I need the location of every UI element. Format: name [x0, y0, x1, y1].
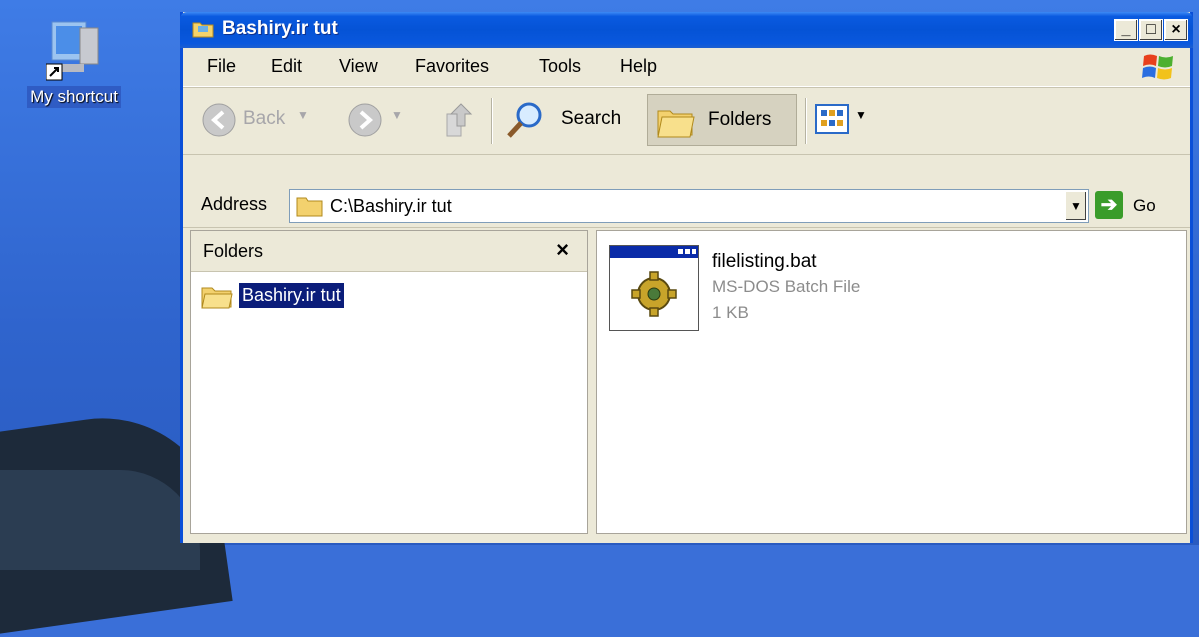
file-list-pane: filelisting.bat MS-DOS Batch File 1 KB — [596, 230, 1187, 534]
folder-icon — [296, 197, 323, 217]
back-arrow-icon — [202, 103, 236, 137]
window-title: Bashiry.ir tut — [222, 18, 338, 39]
file-size: 1 KB — [712, 303, 749, 322]
menu-favorites[interactable]: Favorites — [415, 56, 489, 77]
minimize-button[interactable]: _ — [1114, 19, 1138, 41]
folders-toggle-button[interactable]: Folders — [647, 94, 797, 146]
explorer-window: Bashiry.ir tut _ □ × File Edit View Favo… — [180, 12, 1193, 543]
address-input[interactable]: C:\Bashiry.ir tut ▼ — [289, 189, 1089, 223]
menu-view[interactable]: View — [339, 56, 378, 77]
folders-pane-header: Folders × — [191, 231, 587, 272]
address-value: C:\Bashiry.ir tut — [330, 196, 452, 216]
search-button[interactable]: Search — [505, 100, 635, 140]
file-item[interactable]: filelisting.bat MS-DOS Batch File 1 KB — [609, 245, 909, 335]
address-dropdown-icon[interactable]: ▼ — [1065, 191, 1087, 221]
computer-shortcut-icon — [45, 18, 102, 82]
views-button[interactable]: ▼ — [815, 102, 875, 138]
search-magnifier-icon — [507, 102, 542, 138]
folders-label: Folders — [708, 109, 772, 130]
up-folder-button[interactable] — [441, 100, 481, 140]
desktop-shortcut[interactable]: My shortcut — [14, 18, 134, 108]
standard-toolbar: Back ▼ ▼ Search Folders ▼ — [183, 87, 1190, 155]
toolbar-separator — [491, 98, 493, 144]
search-label: Search — [561, 108, 622, 129]
file-name: filelisting.bat — [712, 251, 817, 272]
batch-file-gear-icon — [609, 245, 699, 331]
go-arrow-icon: ➔ — [1095, 191, 1123, 219]
forward-arrow-icon — [348, 103, 382, 137]
folders-icon — [657, 110, 695, 138]
back-dropdown-icon[interactable]: ▼ — [297, 108, 309, 122]
back-button[interactable]: Back ▼ — [201, 102, 321, 138]
folders-pane: Folders × Bashiry.ir tut — [190, 230, 588, 534]
explorer-content: Folders × Bashiry.ir tut filelisting.bat… — [187, 230, 1187, 536]
title-bar[interactable]: Bashiry.ir tut _ □ × — [180, 12, 1193, 48]
go-button[interactable]: ➔ Go — [1095, 191, 1175, 221]
address-label: Address — [201, 194, 268, 214]
menu-edit[interactable]: Edit — [271, 56, 302, 77]
windows-logo-icon — [1142, 52, 1174, 82]
tree-item-label: Bashiry.ir tut — [239, 283, 344, 308]
go-label: Go — [1133, 196, 1156, 215]
address-bar: Address C:\Bashiry.ir tut ▼ ➔ Go — [183, 183, 1190, 228]
views-dropdown-icon[interactable]: ▼ — [855, 108, 867, 122]
menu-help[interactable]: Help — [620, 56, 657, 77]
back-label: Back — [243, 108, 286, 129]
desktop-shortcut-label: My shortcut — [27, 86, 121, 108]
file-type: MS-DOS Batch File — [712, 277, 861, 296]
forward-dropdown-icon[interactable]: ▼ — [391, 108, 403, 122]
folders-pane-title: Folders — [203, 241, 264, 261]
folder-icon — [201, 287, 233, 309]
up-folder-icon — [446, 103, 473, 137]
forward-button[interactable]: ▼ — [347, 102, 417, 138]
window-bottom-edge — [183, 538, 1190, 543]
menu-file[interactable]: File — [207, 56, 236, 77]
menu-bar: File Edit View Favorites Tools Help — [183, 48, 1190, 87]
views-grid-icon — [815, 104, 849, 134]
maximize-button[interactable]: □ — [1139, 19, 1163, 41]
menu-tools[interactable]: Tools — [539, 56, 581, 77]
close-button[interactable]: × — [1164, 19, 1188, 41]
folders-pane-close-icon[interactable]: × — [556, 237, 569, 263]
toolbar-separator — [805, 98, 807, 144]
folder-icon — [192, 20, 214, 38]
